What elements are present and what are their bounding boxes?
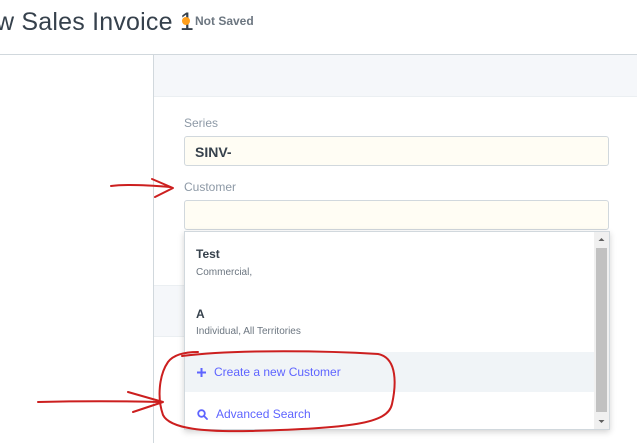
- dropdown-item-test[interactable]: Test Commercial,: [185, 232, 595, 292]
- plus-icon: [197, 367, 206, 377]
- form-section-divider: [154, 285, 184, 337]
- customer-dropdown: Test Commercial, A Individual, All Terri…: [184, 231, 610, 430]
- page-header: w Sales Invoice 1 Not Saved: [0, 0, 637, 55]
- customer-label: Customer: [184, 180, 237, 194]
- status-dot-icon: [182, 17, 190, 25]
- dropdown-item-subtitle: Individual, All Territories: [196, 326, 301, 337]
- form-section-header: [154, 55, 637, 97]
- scroll-up-icon[interactable]: [594, 232, 609, 247]
- page-title: w Sales Invoice 1: [0, 8, 194, 36]
- dropdown-scrollbar[interactable]: [594, 232, 609, 429]
- dropdown-item-a[interactable]: A Individual, All Territories: [185, 292, 595, 352]
- advanced-search-label: Advanced Search: [216, 407, 311, 421]
- customer-input[interactable]: [184, 200, 609, 230]
- sidebar: [0, 55, 154, 443]
- status-text: Not Saved: [195, 14, 254, 28]
- dropdown-item-title: Test: [196, 247, 220, 261]
- create-new-customer-label: Create a new Customer: [214, 365, 341, 379]
- advanced-search-button[interactable]: Advanced Search: [185, 394, 595, 429]
- series-input[interactable]: SINV-: [184, 136, 609, 166]
- scrollbar-thumb[interactable]: [596, 248, 607, 412]
- dropdown-item-title: A: [196, 307, 205, 321]
- scroll-down-icon[interactable]: [594, 414, 609, 429]
- series-label: Series: [184, 116, 219, 130]
- dropdown-item-subtitle: Commercial,: [196, 267, 253, 278]
- create-new-customer-button[interactable]: Create a new Customer: [185, 352, 595, 392]
- search-icon: [197, 408, 208, 420]
- status-indicator: Not Saved: [182, 14, 254, 28]
